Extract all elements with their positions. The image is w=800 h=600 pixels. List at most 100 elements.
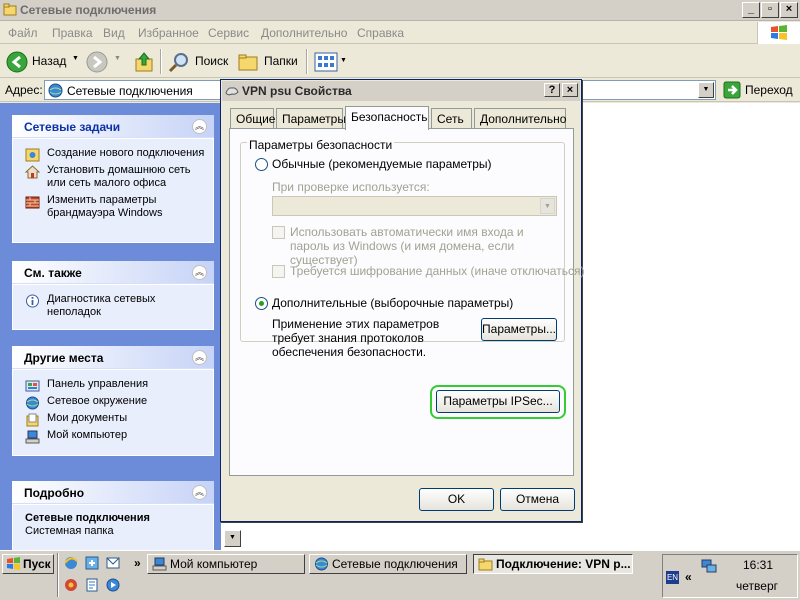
dialog-title: VPN psu Свойства — [242, 84, 352, 98]
my-documents-icon — [26, 413, 39, 427]
tab-options[interactable]: Параметры — [276, 108, 346, 129]
security-settings-button[interactable]: Параметры... — [481, 318, 557, 341]
dialog-close-button[interactable]: × — [562, 83, 578, 97]
details-type: Системная папка — [25, 525, 114, 537]
tray-expand-icon[interactable]: « — [685, 570, 692, 584]
auto-logon-label[interactable]: Использовать автоматически имя входа и п… — [290, 225, 560, 267]
network-status-icon[interactable] — [701, 559, 717, 573]
create-connection-link[interactable]: Создание нового подключения — [21, 147, 207, 162]
close-button[interactable]: × — [780, 2, 798, 18]
auto-logon-checkbox[interactable] — [272, 226, 285, 239]
typical-option-label[interactable]: Обычные (рекомендуемые параметры) — [272, 157, 492, 171]
taskbar-item-network-connections[interactable]: Сетевые подключения — [309, 554, 467, 574]
collapse-chevron-icon[interactable]: ︽ — [192, 265, 207, 280]
go-arrow-icon[interactable] — [723, 81, 741, 99]
tab-network[interactable]: Сеть — [431, 108, 472, 129]
collapse-chevron-icon[interactable]: ︽ — [192, 119, 207, 134]
menu-favorites[interactable]: Избранное — [138, 26, 199, 40]
clock-time[interactable]: 16:31 — [743, 558, 773, 572]
toolbar-separator — [306, 49, 308, 74]
menu-edit[interactable]: Правка — [52, 26, 93, 40]
other-places-header[interactable]: Другие места ︽ — [12, 346, 214, 369]
collapse-chevron-icon[interactable]: ︽ — [192, 485, 207, 500]
network-tasks-header[interactable]: Сетевые задачи ︽ — [12, 115, 214, 138]
menu-file[interactable]: Файл — [8, 26, 38, 40]
minimize-button[interactable]: _ — [742, 2, 760, 18]
go-button-label[interactable]: Переход — [745, 83, 793, 97]
network-places-icon — [26, 396, 39, 410]
back-dropdown-icon[interactable]: ▼ — [72, 55, 79, 62]
start-button[interactable]: Пуск — [2, 554, 54, 574]
taskbar-item-my-computer[interactable]: Мой компьютер — [147, 554, 305, 574]
see-also-header[interactable]: См. также ︽ — [12, 261, 214, 284]
tab-advanced[interactable]: Дополнительно — [474, 108, 566, 129]
ipsec-settings-button[interactable]: Параметры IPSec... — [436, 390, 560, 413]
windows-logo — [757, 22, 800, 44]
require-encryption-checkbox[interactable] — [272, 265, 285, 278]
taskbar-item-vpn-connection[interactable]: Подключение: VPN p... — [473, 554, 633, 574]
internet-explorer-icon[interactable] — [63, 555, 79, 571]
games-icon[interactable] — [63, 577, 79, 593]
dialog-help-button[interactable]: ? — [544, 83, 560, 97]
dialog-titlebar[interactable]: VPN psu Свойства ? × — [222, 81, 580, 101]
folders-icon[interactable] — [237, 52, 259, 72]
menu-help[interactable]: Справка — [357, 26, 404, 40]
network-diagnostics-link[interactable]: Диагностика сетевых неполадок — [21, 293, 207, 319]
search-icon[interactable] — [168, 51, 190, 73]
advanced-option-label[interactable]: Дополнительные (выборочные параметры) — [272, 296, 513, 310]
advanced-note: Применение этих параметров требует знани… — [272, 317, 440, 359]
menu-view[interactable]: Вид — [103, 26, 125, 40]
advanced-radio[interactable] — [255, 297, 268, 310]
my-documents-link[interactable]: Мои документы — [21, 412, 207, 427]
address-dropdown-button[interactable]: ▼ — [698, 82, 714, 98]
network-tasks-title: Сетевые задачи — [24, 120, 121, 134]
typical-radio[interactable] — [255, 158, 268, 171]
tab-general[interactable]: Общие — [230, 108, 275, 129]
new-connection-icon — [25, 148, 40, 162]
home-network-icon — [25, 165, 40, 179]
task-pane: Сетевые задачи ︽ Создание нового подключ… — [0, 103, 221, 554]
ok-button[interactable]: OK — [419, 488, 494, 511]
language-indicator[interactable]: EN — [666, 571, 679, 584]
back-button-label[interactable]: Назад — [32, 54, 66, 68]
menu-tools[interactable]: Сервис — [208, 26, 249, 40]
identity-verification-select[interactable]: ▼ — [272, 196, 557, 216]
menu-advanced[interactable]: Дополнительно — [261, 26, 347, 40]
quick-launch-overflow-icon[interactable]: » — [134, 556, 141, 570]
see-also-title: См. также — [24, 266, 82, 280]
views-dropdown-icon[interactable]: ▼ — [340, 57, 347, 64]
info-icon — [26, 294, 39, 308]
window-titlebar[interactable]: Сетевые подключения _ ▫ × — [0, 0, 800, 21]
back-arrow-icon[interactable] — [6, 51, 28, 73]
chevron-down-icon[interactable]: ▼ — [540, 198, 555, 214]
search-button-label[interactable]: Поиск — [195, 54, 228, 68]
up-folder-icon[interactable] — [134, 51, 154, 73]
my-computer-link[interactable]: Мой компьютер — [21, 429, 207, 444]
details-header[interactable]: Подробно ︽ — [12, 481, 214, 504]
network-folder-icon — [3, 3, 17, 16]
home-network-link[interactable]: Установить домашнюю сеть или сеть малого… — [21, 164, 207, 190]
require-encryption-label[interactable]: Требуется шифрование данных (иначе отклю… — [290, 264, 584, 278]
scroll-down-button[interactable]: ▼ — [224, 530, 241, 547]
notepad-icon[interactable] — [84, 577, 100, 593]
collapse-chevron-icon[interactable]: ︽ — [192, 350, 207, 365]
other-places-body: Панель управления Сетевое окружение Мои … — [12, 369, 214, 456]
network-connections-icon — [315, 557, 328, 571]
tab-security[interactable]: Безопасность — [345, 106, 429, 130]
messenger-icon[interactable] — [84, 555, 100, 571]
control-panel-link[interactable]: Панель управления — [21, 378, 207, 392]
forward-dropdown-icon[interactable]: ▼ — [114, 55, 121, 62]
address-value: Сетевые подключения — [67, 84, 193, 98]
verify-label: При проверке используется: — [272, 180, 430, 194]
firewall-settings-link[interactable]: Изменить параметры брандмауэра Windows — [21, 194, 207, 220]
maximize-button[interactable]: ▫ — [761, 2, 779, 18]
views-icon[interactable] — [314, 52, 338, 72]
folders-button-label[interactable]: Папки — [264, 54, 298, 68]
network-places-link[interactable]: Сетевое окружение — [21, 395, 207, 410]
windows-flag-icon — [771, 25, 787, 40]
cancel-button[interactable]: Отмена — [500, 488, 575, 511]
media-player-icon[interactable] — [105, 577, 121, 593]
system-tray: EN « 16:31 четверг — [662, 554, 798, 598]
forward-arrow-icon[interactable] — [86, 51, 108, 73]
outlook-express-icon[interactable] — [105, 555, 121, 571]
